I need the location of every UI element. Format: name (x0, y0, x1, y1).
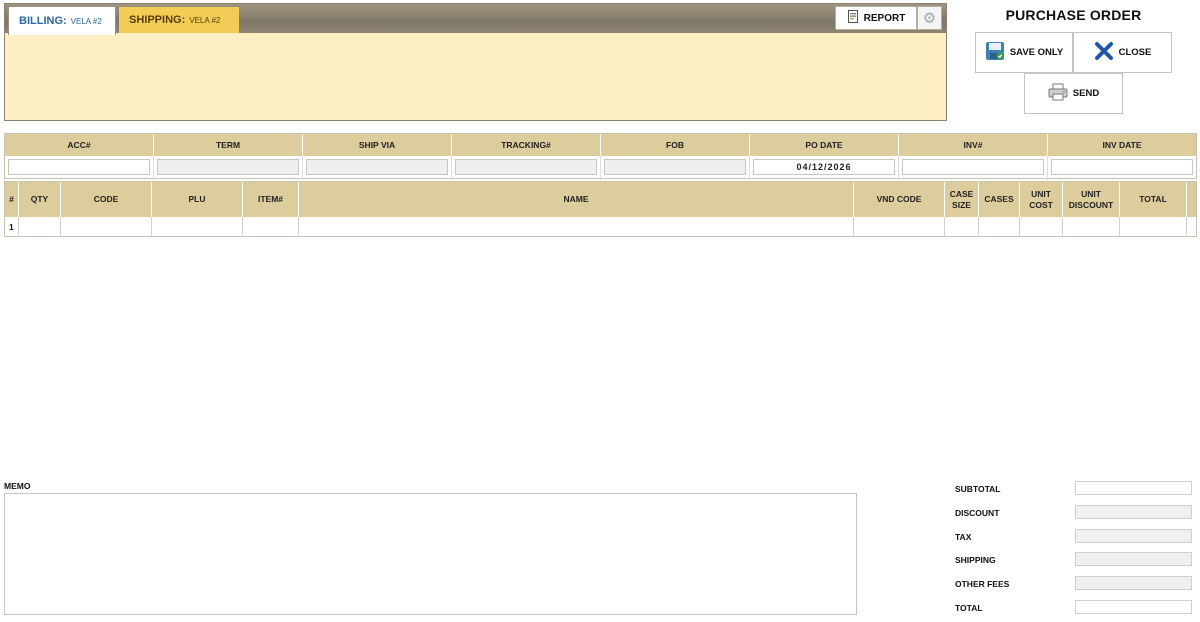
inv-date-label: INV DATE (1048, 134, 1196, 156)
table-row[interactable]: 1 (5, 217, 1196, 237)
line-items-grid: # QTY CODE PLU ITEM# NAME VND CODE CASE S… (4, 181, 1197, 237)
qty-cell[interactable] (19, 217, 61, 237)
term-select[interactable] (157, 159, 299, 175)
col-cases[interactable]: CASES (979, 182, 1020, 217)
page-title: PURCHASE ORDER (1005, 7, 1142, 23)
inv-cell (899, 156, 1048, 180)
ship-via-select[interactable] (306, 159, 448, 175)
po-date-input[interactable]: 04/12/2026 (753, 159, 895, 175)
unit-cost-cell[interactable] (1020, 217, 1063, 237)
gear-icon: ⚙ (922, 10, 937, 27)
cases-cell[interactable] (979, 217, 1020, 237)
grid-header-row: # QTY CODE PLU ITEM# NAME VND CODE CASE S… (5, 182, 1196, 217)
tracking-label: TRACKING# (452, 134, 601, 156)
memo-textarea[interactable] (4, 493, 857, 615)
tax-field[interactable] (1075, 529, 1192, 543)
col-num[interactable]: # (5, 182, 19, 217)
discount-field[interactable] (1075, 505, 1192, 519)
tracking-input[interactable] (455, 159, 597, 175)
col-total[interactable]: TOTAL (1120, 182, 1187, 217)
save-only-button[interactable]: SAVE ONLY (975, 32, 1073, 73)
acc-label: ACC# (5, 134, 154, 156)
printer-icon (1048, 83, 1068, 104)
discount-label: DISCOUNT (955, 508, 1000, 518)
close-icon (1094, 41, 1114, 64)
total-field[interactable] (1075, 600, 1192, 614)
col-name[interactable]: NAME (299, 182, 854, 217)
settings-button[interactable]: ⚙ (917, 6, 942, 30)
fob-label: FOB (601, 134, 750, 156)
col-spacer (1187, 182, 1196, 217)
other-fees-label: OTHER FEES (955, 579, 1010, 589)
report-button[interactable]: REPORT (835, 6, 917, 30)
fob-cell (601, 156, 750, 180)
vnd-code-cell[interactable] (854, 217, 945, 237)
col-unit-cost[interactable]: UNIT COST (1020, 182, 1063, 217)
total-cell[interactable] (1120, 217, 1187, 237)
name-cell[interactable] (299, 217, 854, 237)
header-input-row: 04/12/2026 (5, 156, 1196, 180)
save-only-label: SAVE ONLY (1009, 47, 1064, 58)
col-plu[interactable]: PLU (152, 182, 243, 217)
save-icon (985, 41, 1005, 64)
address-panel: BILLING: VELA #2 SHIPPING: VELA #2 REPOR… (4, 3, 947, 121)
tab-billing[interactable]: BILLING: VELA #2 (8, 6, 116, 35)
memo-label: MEMO (4, 481, 31, 491)
plu-cell[interactable] (152, 217, 243, 237)
term-cell (154, 156, 303, 180)
po-date-cell: 04/12/2026 (750, 156, 899, 180)
inv-input[interactable] (902, 159, 1044, 175)
col-item[interactable]: ITEM# (243, 182, 299, 217)
send-button[interactable]: SEND (1024, 73, 1123, 114)
acc-input[interactable] (8, 159, 150, 175)
close-button[interactable]: CLOSE (1073, 32, 1172, 73)
acc-cell (5, 156, 154, 180)
shipping-tab-value: VELA #2 (189, 15, 221, 25)
col-unit-discount[interactable]: UNIT DISCOUNT (1063, 182, 1120, 217)
shipping-field[interactable] (1075, 552, 1192, 566)
shipping-tab-label: SHIPPING: (129, 14, 186, 26)
total-label: TOTAL (955, 603, 983, 613)
unit-discount-cell[interactable] (1063, 217, 1120, 237)
fob-input[interactable] (604, 159, 746, 175)
item-cell[interactable] (243, 217, 299, 237)
other-fees-field[interactable] (1075, 576, 1192, 590)
term-label: TERM (154, 134, 303, 156)
report-icon (847, 10, 859, 26)
ship-via-label: SHIP VIA (303, 134, 452, 156)
subtotal-label: SUBTOTAL (955, 484, 1001, 494)
billing-tab-label: BILLING: (19, 15, 67, 27)
case-size-cell[interactable] (945, 217, 979, 237)
ship-via-cell (303, 156, 452, 180)
po-date-label: PO DATE (750, 134, 899, 156)
send-label: SEND (1072, 88, 1100, 99)
col-qty[interactable]: QTY (19, 182, 61, 217)
tab-shipping[interactable]: SHIPPING: VELA #2 (119, 7, 239, 33)
inv-date-input[interactable] (1051, 159, 1193, 175)
inv-label: INV# (899, 134, 1048, 156)
shipping-label: SHIPPING (955, 555, 996, 565)
report-label: REPORT (863, 12, 906, 24)
code-cell[interactable] (61, 217, 152, 237)
billing-tab-value: VELA #2 (70, 16, 102, 26)
col-case-size[interactable]: CASE SIZE (945, 182, 979, 217)
tracking-cell (452, 156, 601, 180)
spacer-cell (1187, 217, 1196, 237)
inv-date-cell (1048, 156, 1196, 180)
close-label: CLOSE (1118, 47, 1152, 58)
col-code[interactable]: CODE (61, 182, 152, 217)
col-vnd-code[interactable]: VND CODE (854, 182, 945, 217)
subtotal-field[interactable] (1075, 481, 1192, 495)
tax-label: TAX (955, 532, 972, 542)
row-num-cell: 1 (5, 217, 19, 237)
po-header-fields: ACC# TERM SHIP VIA TRACKING# FOB PO DATE… (4, 133, 1197, 180)
header-label-row: ACC# TERM SHIP VIA TRACKING# FOB PO DATE… (5, 134, 1196, 156)
